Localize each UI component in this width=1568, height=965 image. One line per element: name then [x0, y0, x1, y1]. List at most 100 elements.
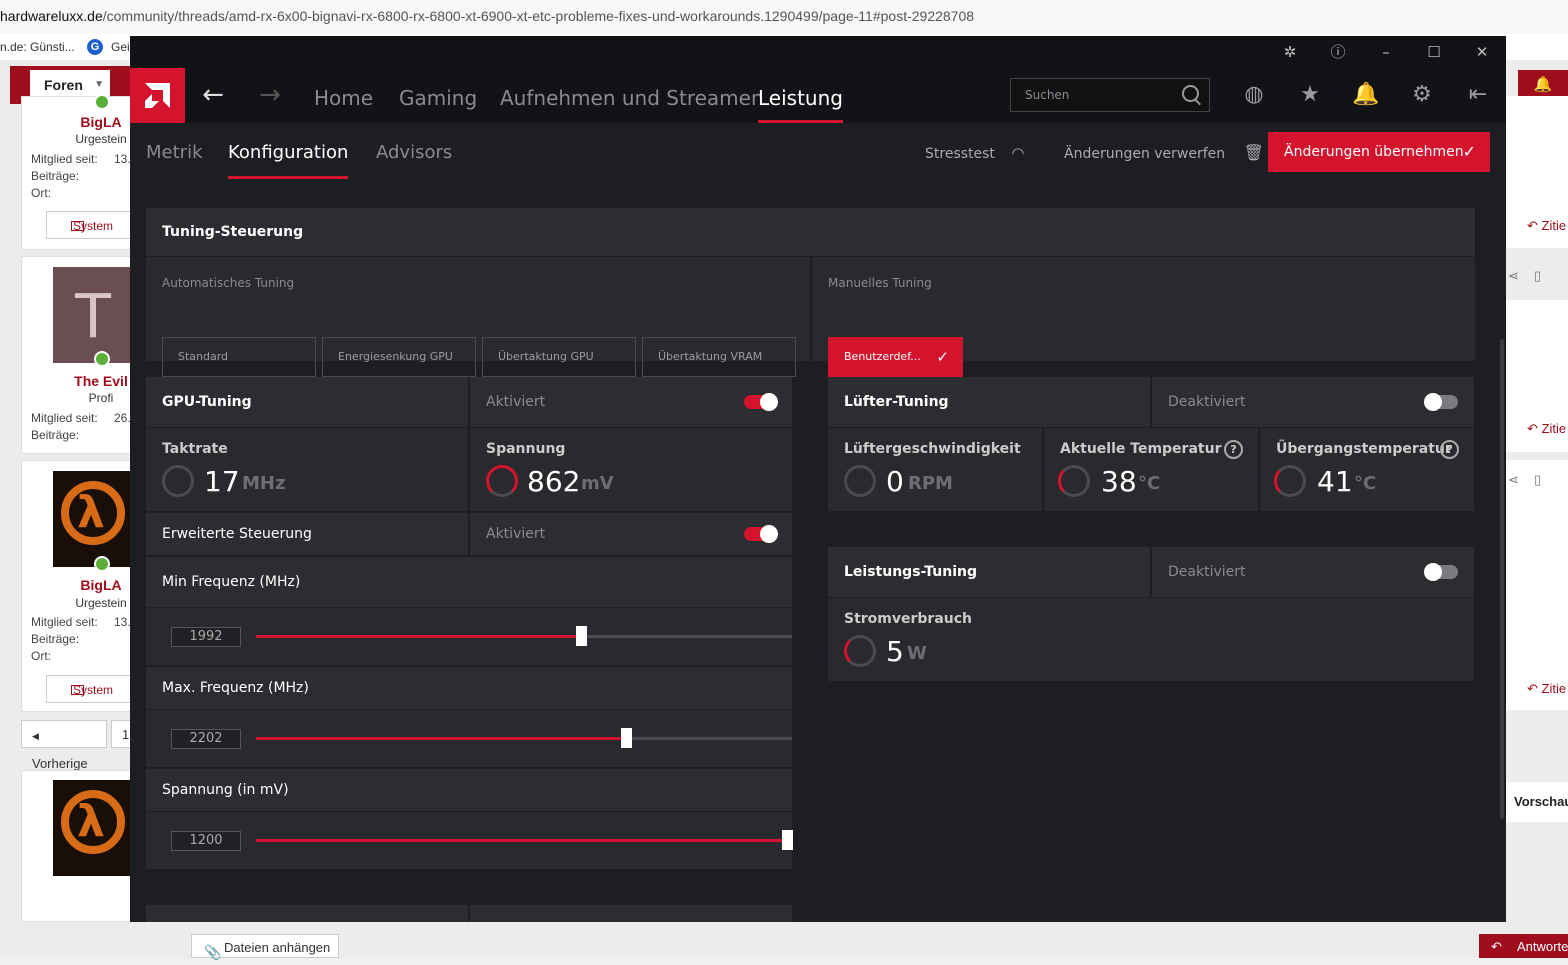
gpu-tuning-toggle[interactable]	[744, 393, 778, 411]
post-actions	[1506, 460, 1568, 710]
bookmark-item[interactable]: n.de: Günsti...	[0, 40, 75, 54]
radeon-software-window: ✲ ⓘ – ☐ ✕ ← → Home Gaming Aufnehmen und …	[130, 36, 1506, 922]
preset-overclock-gpu[interactable]: Übertaktung GPU	[482, 337, 636, 377]
slider-thumb[interactable]	[781, 830, 793, 850]
custom-tuning-button[interactable]: Benutzerdef... ✓	[828, 337, 963, 377]
tab-metrics[interactable]: Metrik	[146, 123, 203, 179]
toggle-knob	[1424, 393, 1442, 411]
maximize-icon[interactable]: ☐	[1410, 36, 1458, 68]
quote-link[interactable]: ↶ Zitie	[1527, 681, 1566, 697]
reply-icon: ↶	[1491, 939, 1502, 954]
system-button[interactable]: System	[46, 211, 132, 239]
junction-temp-label: Übergangstemperatur	[1276, 441, 1452, 457]
advanced-control-state: Aktiviert	[486, 526, 546, 542]
minimize-icon[interactable]: –	[1362, 36, 1410, 68]
preview-button[interactable]: Vorschau	[1496, 782, 1568, 822]
configuration-content: Tuning-Steuerung Automatisches Tuning St…	[130, 179, 1506, 922]
voltage-unit: mV	[581, 473, 614, 494]
junction-temp-value: 41	[1317, 465, 1353, 498]
quote-link[interactable]: ↶ Zitie	[1527, 421, 1566, 437]
search-input[interactable]: Suchen	[1010, 78, 1210, 112]
quote-link[interactable]: ↶ Zitie	[1527, 218, 1566, 234]
bell-icon[interactable]: 🔔	[1350, 79, 1382, 111]
slider-thumb[interactable]	[620, 728, 632, 748]
tab-performance[interactable]: Leistung	[758, 68, 843, 123]
fan-speed-label: Lüftergeschwindigkeit	[844, 441, 1021, 457]
gear-icon[interactable]: ⚙	[1406, 79, 1438, 111]
help-icon[interactable]: ?	[1440, 440, 1459, 459]
search-placeholder: Suchen	[1025, 88, 1070, 102]
sidebar-toggle-icon[interactable]: ⇤	[1462, 79, 1494, 111]
address-bar[interactable]: hardwareluxx.de/community/threads/amd-rx…	[0, 0, 1568, 34]
tab-recording-streaming[interactable]: Aufnehmen und Streamen	[500, 68, 764, 123]
fan-tuning-toggle[interactable]	[1424, 393, 1458, 411]
power-tuning-toggle[interactable]	[1424, 563, 1458, 581]
lambda-glyph-icon: λ	[77, 487, 105, 538]
amd-arrow-icon	[145, 83, 170, 108]
preset-power-saving[interactable]: Energiesenkung GPU	[322, 337, 476, 377]
voltage-slider[interactable]	[256, 830, 793, 850]
preset-standard[interactable]: Standard	[162, 337, 316, 377]
help-icon[interactable]: ?	[1224, 440, 1243, 459]
reply-button[interactable]: ↶ Antworte	[1479, 934, 1568, 958]
meta-label: Beiträge:	[31, 632, 80, 646]
amd-logo-icon[interactable]	[130, 68, 185, 123]
fan-tuning-title: Lüfter-Tuning	[844, 394, 949, 410]
advanced-control-toggle[interactable]	[744, 525, 778, 543]
bug-report-icon[interactable]: ✲	[1266, 36, 1314, 68]
power-tuning-title: Leistungs-Tuning	[844, 564, 978, 580]
advanced-control-row: Erweiterte Steuerung Aktiviert	[146, 513, 792, 555]
tab-advisors[interactable]: Advisors	[376, 123, 452, 179]
close-icon[interactable]: ✕	[1458, 36, 1506, 68]
share-icon[interactable]: ⋖	[1508, 268, 1519, 284]
min-frequency-slider[interactable]	[256, 626, 792, 646]
divider	[1150, 547, 1152, 597]
help-icon[interactable]: ⓘ	[1314, 36, 1362, 68]
share-icon[interactable]: ⋖	[1508, 472, 1519, 488]
avatar[interactable]: λ	[53, 780, 133, 876]
url-host: hardwareluxx.de	[0, 8, 103, 24]
discard-changes-button[interactable]: Änderungen verwerfen 🗑	[1064, 123, 1264, 179]
fan-speed-unit: RPM	[908, 473, 953, 494]
min-frequency-input[interactable]: 1992	[171, 627, 241, 647]
max-frequency-slider[interactable]	[256, 728, 792, 748]
divider	[1042, 427, 1044, 511]
power-draw-value: 5	[886, 635, 904, 668]
globe-icon[interactable]: ◍	[1238, 79, 1270, 111]
back-arrow-icon[interactable]: ←	[185, 68, 241, 123]
toggle-knob	[760, 393, 778, 411]
online-status-icon	[94, 351, 110, 367]
voltage-gauge-icon	[486, 465, 518, 497]
preset-overclock-vram[interactable]: Übertaktung VRAM	[642, 337, 796, 377]
junction-temp-unit: °C	[1354, 473, 1377, 494]
title-bar: ✲ ⓘ – ☐ ✕	[130, 36, 1506, 68]
attach-label: Dateien anhängen	[224, 940, 331, 955]
stresstest-button[interactable]: Stresstest ◠	[925, 123, 1024, 179]
clock-label: Taktrate	[162, 441, 228, 457]
bookmark-icon[interactable]: ▯	[1534, 472, 1541, 488]
tab-gaming[interactable]: Gaming	[399, 68, 477, 123]
attach-files-button[interactable]: 📎 Dateien anhängen	[191, 934, 339, 960]
avatar[interactable]: λ	[53, 471, 133, 567]
discard-label: Änderungen verwerfen	[1064, 146, 1226, 162]
scrollbar[interactable]	[1500, 339, 1504, 819]
meta-value: 26.	[114, 411, 131, 425]
max-frequency-input[interactable]: 2202	[171, 729, 241, 749]
pager-prev-button[interactable]: ◀ Vorherige	[21, 720, 107, 771]
tab-configuration[interactable]: Konfiguration	[228, 123, 349, 179]
forward-arrow-icon[interactable]: →	[242, 68, 298, 123]
advanced-control-label: Erweiterte Steuerung	[162, 526, 312, 542]
system-button[interactable]: System	[46, 675, 132, 703]
online-status-icon	[94, 94, 110, 110]
pager-prev-label: Vorherige	[32, 756, 88, 771]
bookmark-item[interactable]: Gei	[111, 34, 130, 60]
voltage-input[interactable]: 1200	[171, 831, 241, 851]
meta-label: Mitglied seit:	[31, 152, 98, 166]
star-icon[interactable]: ★	[1294, 79, 1326, 111]
slider-fill	[256, 839, 787, 842]
bookmark-icon[interactable]: ▯	[1534, 268, 1541, 284]
slider-thumb[interactable]	[575, 626, 587, 646]
apply-changes-button[interactable]: Änderungen übernehmen ✓	[1268, 132, 1490, 172]
tab-home[interactable]: Home	[314, 68, 373, 123]
avatar[interactable]: T	[53, 267, 133, 363]
